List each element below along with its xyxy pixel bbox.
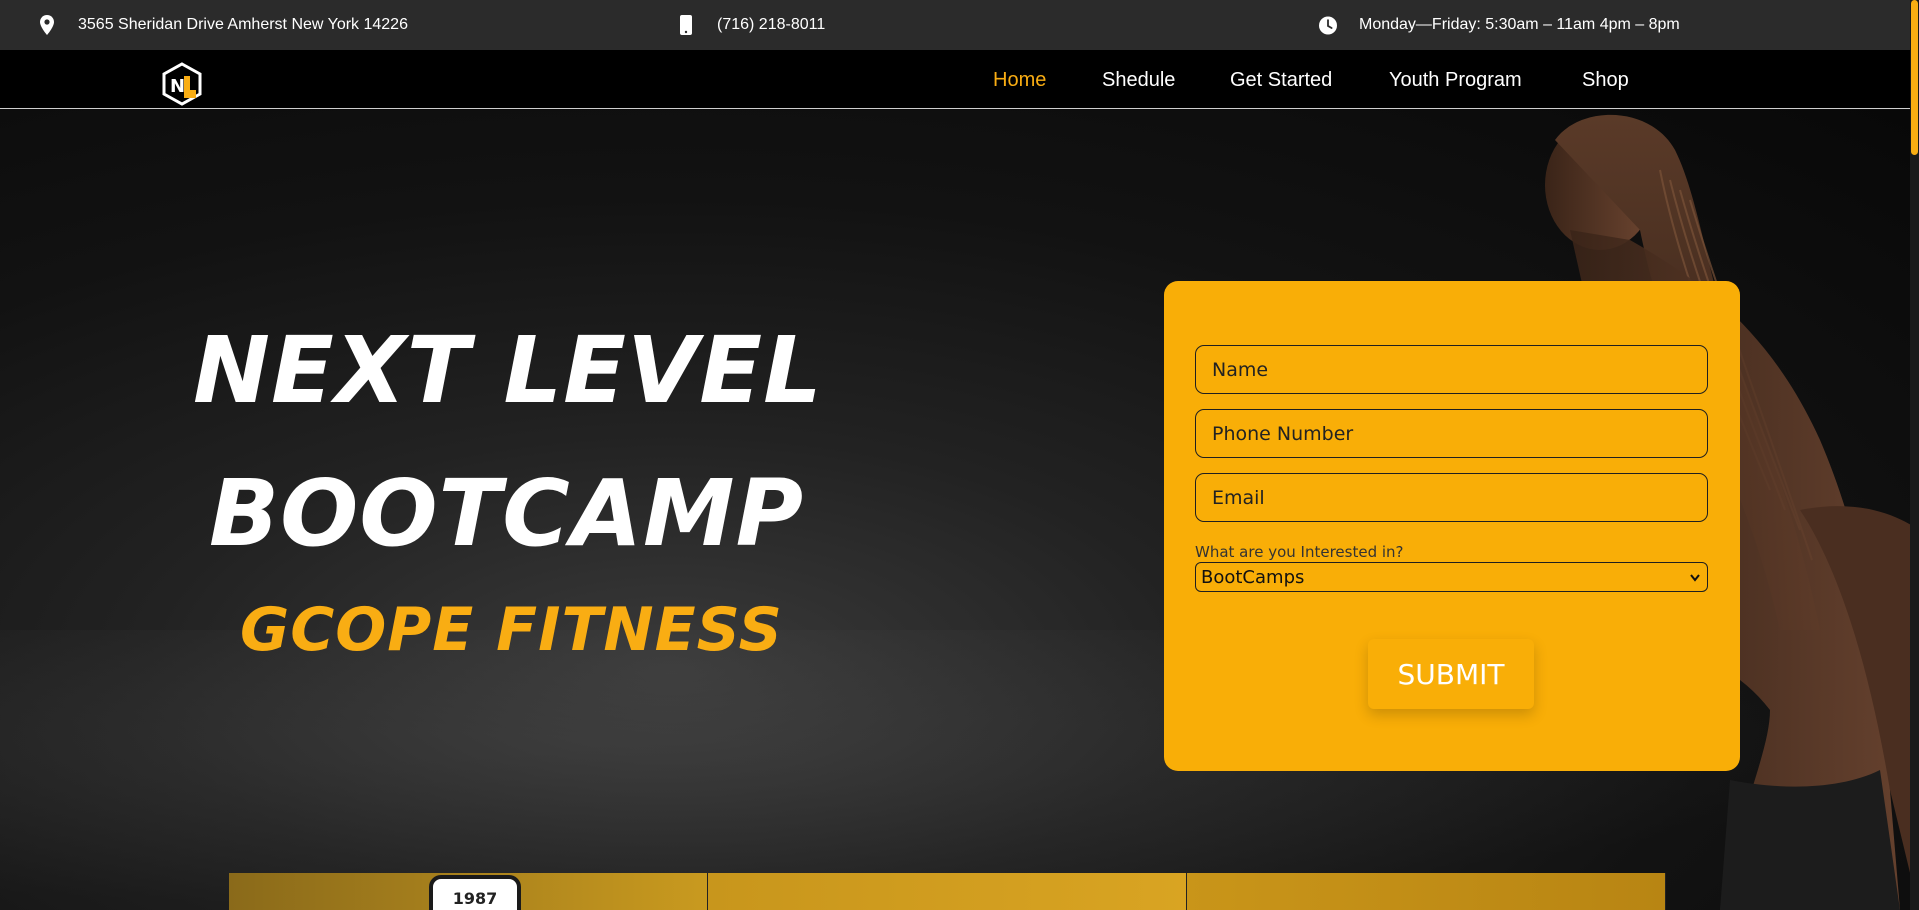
year-badge: 1987 xyxy=(429,875,521,910)
phone-text[interactable]: (716) 218-8011 xyxy=(717,16,825,34)
address-text: 3565 Sheridan Drive Amherst New York 142… xyxy=(78,16,408,33)
brand-logo[interactable]: N xyxy=(162,62,202,106)
email-field[interactable] xyxy=(1195,473,1708,522)
main-navbar: N Home Shedule Get Started Youth Program… xyxy=(0,50,1919,109)
signup-form: What are you Interested in? BootCamps SU… xyxy=(1164,281,1740,771)
interest-select[interactable]: BootCamps xyxy=(1195,562,1708,592)
feature-panel-2[interactable] xyxy=(708,873,1187,910)
clock-icon xyxy=(1319,15,1337,35)
feature-panel-1[interactable]: 1987 xyxy=(229,873,708,910)
page-scrollbar[interactable] xyxy=(1910,0,1919,910)
interest-selected-value: BootCamps xyxy=(1201,566,1305,588)
nav-item-get-started[interactable]: Get Started xyxy=(1230,69,1332,92)
nav-item-youth-program[interactable]: Youth Program xyxy=(1389,69,1522,92)
hours-info: Monday—Friday: 5:30am – 11am 4pm – 8pm xyxy=(1319,0,1680,50)
nav-item-schedule[interactable]: Shedule xyxy=(1102,69,1175,92)
phone-info: (716) 218-8011 xyxy=(677,0,825,50)
address-info: 3565 Sheridan Drive Amherst New York 142… xyxy=(38,0,408,50)
scrollbar-thumb[interactable] xyxy=(1911,0,1918,155)
feature-panels: 1987 xyxy=(229,873,1667,910)
chevron-down-icon xyxy=(1689,569,1701,583)
svg-text:N: N xyxy=(170,76,185,97)
nav-item-home[interactable]: Home xyxy=(993,69,1046,92)
interest-label: What are you Interested in? xyxy=(1195,543,1404,561)
location-pin-icon xyxy=(38,15,56,35)
hero-title-line1: NEXT LEVEL xyxy=(193,317,823,424)
hero-title-line2: BOOTCAMP xyxy=(209,460,804,567)
hero-subtitle: GCOPE FITNESS xyxy=(240,595,783,665)
top-info-bar: 3565 Sheridan Drive Amherst New York 142… xyxy=(0,0,1919,50)
phone-field[interactable] xyxy=(1195,409,1708,458)
submit-button[interactable]: SUBMIT xyxy=(1368,639,1534,709)
mobile-phone-icon xyxy=(677,15,695,35)
hero-section: NEXT LEVEL BOOTCAMP GCOPE FITNESS What a… xyxy=(0,110,1919,910)
hours-text: Monday—Friday: 5:30am – 11am 4pm – 8pm xyxy=(1359,16,1680,33)
name-field[interactable] xyxy=(1195,345,1708,394)
feature-panel-3[interactable] xyxy=(1187,873,1666,910)
nav-item-shop[interactable]: Shop xyxy=(1582,69,1629,92)
